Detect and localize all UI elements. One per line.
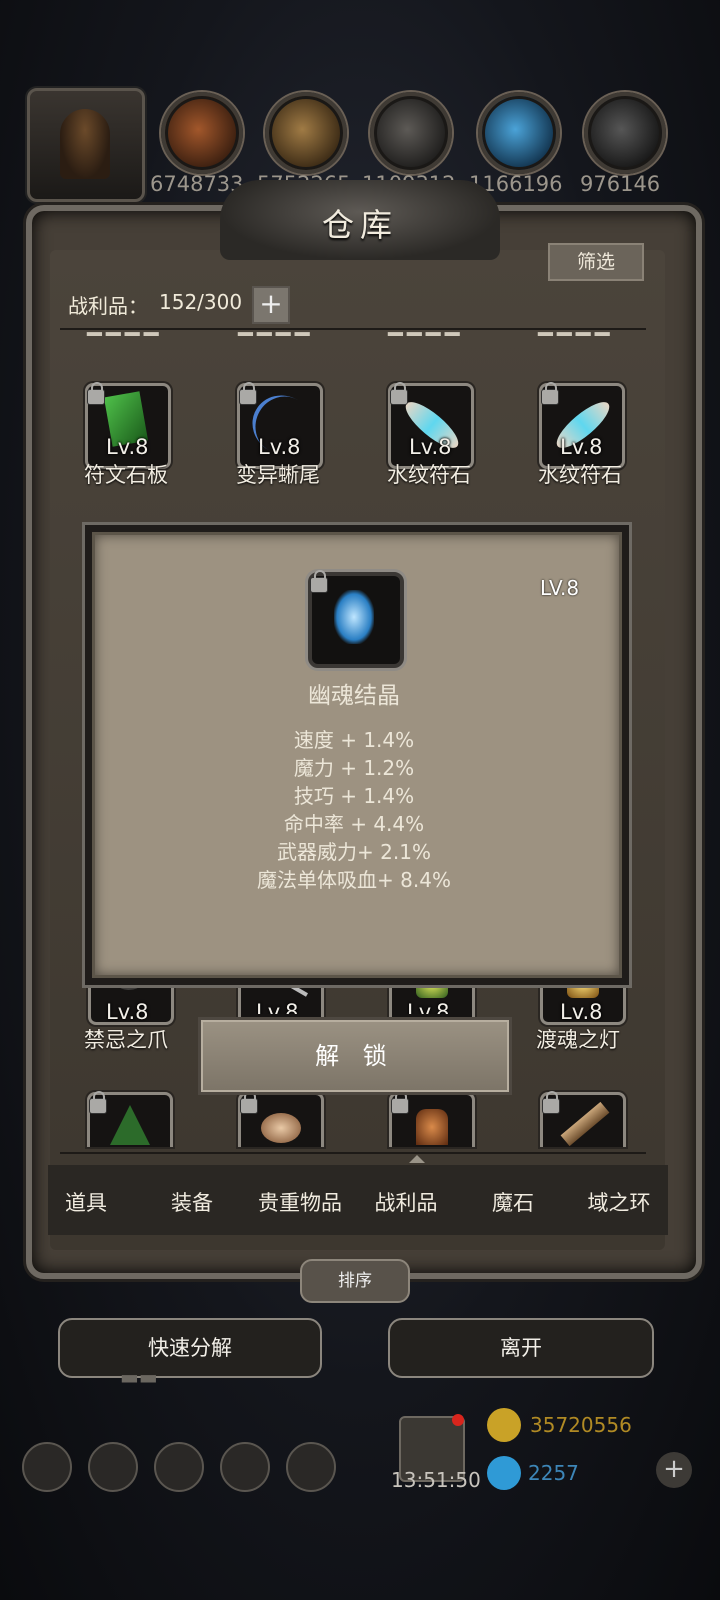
tab-magic-stone[interactable]: 魔石 [458, 1187, 568, 1217]
gold-amount: 35720556 [530, 1413, 632, 1437]
quick-decompose-button[interactable]: 快速分解 [58, 1318, 322, 1378]
stat-line: 技巧 + 1.4% [293, 784, 415, 808]
stat-line: 武器威力+ 2.1% [277, 840, 431, 864]
partial-row-label: ▬▬▬▬ [236, 322, 312, 336]
lock-icon [310, 570, 328, 593]
partial-row-label: ▬▬▬▬ [536, 322, 612, 336]
star-icon[interactable] [88, 1442, 138, 1492]
unlock-button[interactable]: 解 锁 [198, 1017, 512, 1095]
item-name: 水纹符石 [387, 463, 471, 487]
crystal-icon[interactable] [478, 92, 560, 174]
lock-icon [390, 382, 408, 405]
divider [60, 1152, 646, 1154]
lock-icon [239, 382, 257, 405]
tree-icon [110, 1105, 150, 1145]
menu-icon[interactable] [154, 1442, 204, 1492]
lock-icon [89, 1091, 107, 1114]
lock-icon [391, 1091, 409, 1114]
filter-button[interactable]: 筛选 [548, 243, 644, 281]
chat-icon[interactable] [286, 1442, 336, 1492]
soul-crystal-icon [334, 590, 374, 644]
item-name: 变异蜥尾 [236, 463, 320, 487]
iron-icon[interactable] [584, 92, 666, 174]
item-name: 符文石板 [84, 463, 168, 487]
loot-capacity: 152/300 [159, 290, 243, 314]
stick-icon [560, 1101, 610, 1147]
item-level: Lv.8 [258, 435, 301, 459]
item-level: Lv.8 [106, 435, 149, 459]
tab-indicator-icon [409, 1155, 425, 1163]
event-timer: 13:51:50 [391, 1468, 481, 1492]
gem-icon [487, 1456, 521, 1490]
stone-icon[interactable] [370, 92, 452, 174]
background-label: ▬▬ [120, 1365, 158, 1389]
item-level: Lv.8 [256, 1000, 299, 1014]
stat-line: 速度 + 1.4% [293, 728, 415, 752]
add-currency-button[interactable]: + [656, 1452, 692, 1488]
notification-dot [452, 1414, 464, 1426]
tab-valuables[interactable]: 贵重物品 [245, 1187, 355, 1217]
item-name: 渡魂之灯 [536, 1028, 620, 1052]
tab-loot[interactable]: 战利品 [351, 1187, 461, 1217]
stat-line: 魔力 + 1.2% [293, 756, 415, 780]
item-level: Lv.8 [106, 1000, 149, 1024]
partial-row-label: ▬▬▬▬ [386, 322, 462, 336]
item-level: Lv.8 [407, 1000, 450, 1014]
expand-capacity-button[interactable]: + [252, 286, 290, 324]
horn-icon [261, 1113, 301, 1143]
lock-icon [541, 382, 559, 405]
popup-item-name: 幽魂结晶 [308, 683, 400, 709]
lock-icon [542, 1091, 560, 1114]
gold-coin-icon [487, 1408, 521, 1442]
mail-icon[interactable] [220, 1442, 270, 1492]
meat-icon[interactable] [161, 92, 243, 174]
item-name: 禁忌之爪 [84, 1028, 168, 1052]
lock-icon [240, 1091, 258, 1114]
item-level: Lv.8 [409, 435, 452, 459]
partial-row-label: ▬▬▬▬ [85, 322, 161, 336]
player-portrait[interactable] [27, 88, 145, 202]
lock-icon [87, 382, 105, 405]
item-level: Lv.8 [560, 435, 603, 459]
leave-button[interactable]: 离开 [388, 1318, 654, 1378]
settings-icon[interactable] [22, 1442, 72, 1492]
gem-amount: 2257 [528, 1461, 579, 1485]
panel-title: 仓库 [321, 206, 398, 244]
loot-label: 战利品： [68, 294, 148, 318]
lantern-red-icon [416, 1109, 448, 1145]
tab-domain-ring[interactable]: 域之环 [564, 1187, 674, 1217]
tab-equipment[interactable]: 装备 [137, 1187, 247, 1217]
tab-items[interactable]: 道具 [31, 1187, 141, 1217]
stat-line: 命中率 + 4.4% [283, 812, 425, 836]
resource-count-iron: 976146 [580, 172, 661, 196]
item-level: Lv.8 [560, 1000, 603, 1024]
wood-icon[interactable] [265, 92, 347, 174]
hooded-figure-icon [60, 109, 110, 179]
sort-button[interactable]: 排序 [300, 1259, 410, 1303]
popup-item-level: LV.8 [540, 576, 580, 600]
stat-line: 魔法单体吸血+ 8.4% [257, 868, 451, 892]
item-name: 水纹符石 [538, 463, 622, 487]
